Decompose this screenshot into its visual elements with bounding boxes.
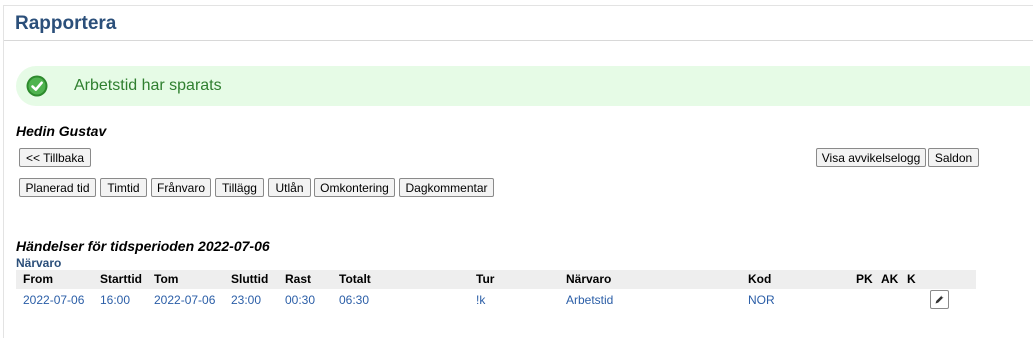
cell-kod: NOR [748, 293, 775, 307]
day-comment-button[interactable]: Dagkommentar [399, 178, 494, 197]
column-header-tur: Tur [476, 272, 495, 286]
column-header-pk: PK [856, 272, 873, 286]
loan-button[interactable]: Utlån [268, 178, 311, 197]
column-header-totalt: Totalt [339, 272, 371, 286]
column-header-sluttid: Sluttid [231, 272, 269, 286]
cell-sluttid: 23:00 [231, 293, 262, 307]
events-subtitle: Närvaro [16, 256, 62, 270]
cell-rast: 00:30 [285, 293, 316, 307]
back-button[interactable]: << Tillbaka [19, 148, 91, 167]
reallocation-button[interactable]: Omkontering [314, 178, 395, 197]
cell-totalt: 06:30 [339, 293, 370, 307]
edit-row-button[interactable] [930, 290, 949, 309]
column-header-narvaro: Närvaro [566, 272, 612, 286]
events-table-header: From Starttid Tom Sluttid Rast Totalt Tu… [16, 270, 976, 289]
cell-tur: !k [476, 293, 486, 307]
success-message: Arbetstid har sparats [74, 77, 222, 94]
column-header-starttid: Starttid [100, 272, 142, 286]
table-row: 2022-07-06 16:00 2022-07-06 23:00 00:30 … [16, 289, 976, 311]
balances-button[interactable]: Saldon [928, 148, 979, 167]
pencil-icon [935, 295, 944, 304]
cell-narvaro: Arbetstid [566, 293, 614, 307]
events-title: Händelser för tidsperioden 2022-07-06 [16, 238, 270, 254]
column-header-rast: Rast [285, 272, 312, 286]
planned-time-button[interactable]: Planerad tid [19, 178, 96, 197]
allowance-button[interactable]: Tillägg [215, 178, 264, 197]
cell-starttid: 16:00 [100, 293, 131, 307]
column-header-kod: Kod [748, 272, 772, 286]
hourly-time-button[interactable]: Timtid [100, 178, 147, 197]
cell-tom: 2022-07-06 [154, 293, 216, 307]
column-header-k: K [907, 272, 916, 286]
column-header-from: From [23, 272, 53, 286]
check-circle-icon [26, 75, 48, 97]
employee-name: Hedin Gustav [16, 123, 107, 139]
page-header: Rapportera [4, 6, 1033, 41]
column-header-tom: Tom [154, 272, 179, 286]
page-title: Rapportera [15, 13, 117, 34]
show-deviation-log-button[interactable]: Visa avvikelselogg [816, 148, 926, 167]
success-notice: Arbetstid har sparats [16, 66, 1030, 106]
column-header-ak: AK [881, 272, 899, 286]
cell-from: 2022-07-06 [23, 293, 85, 307]
absence-button[interactable]: Frånvaro [151, 178, 211, 197]
